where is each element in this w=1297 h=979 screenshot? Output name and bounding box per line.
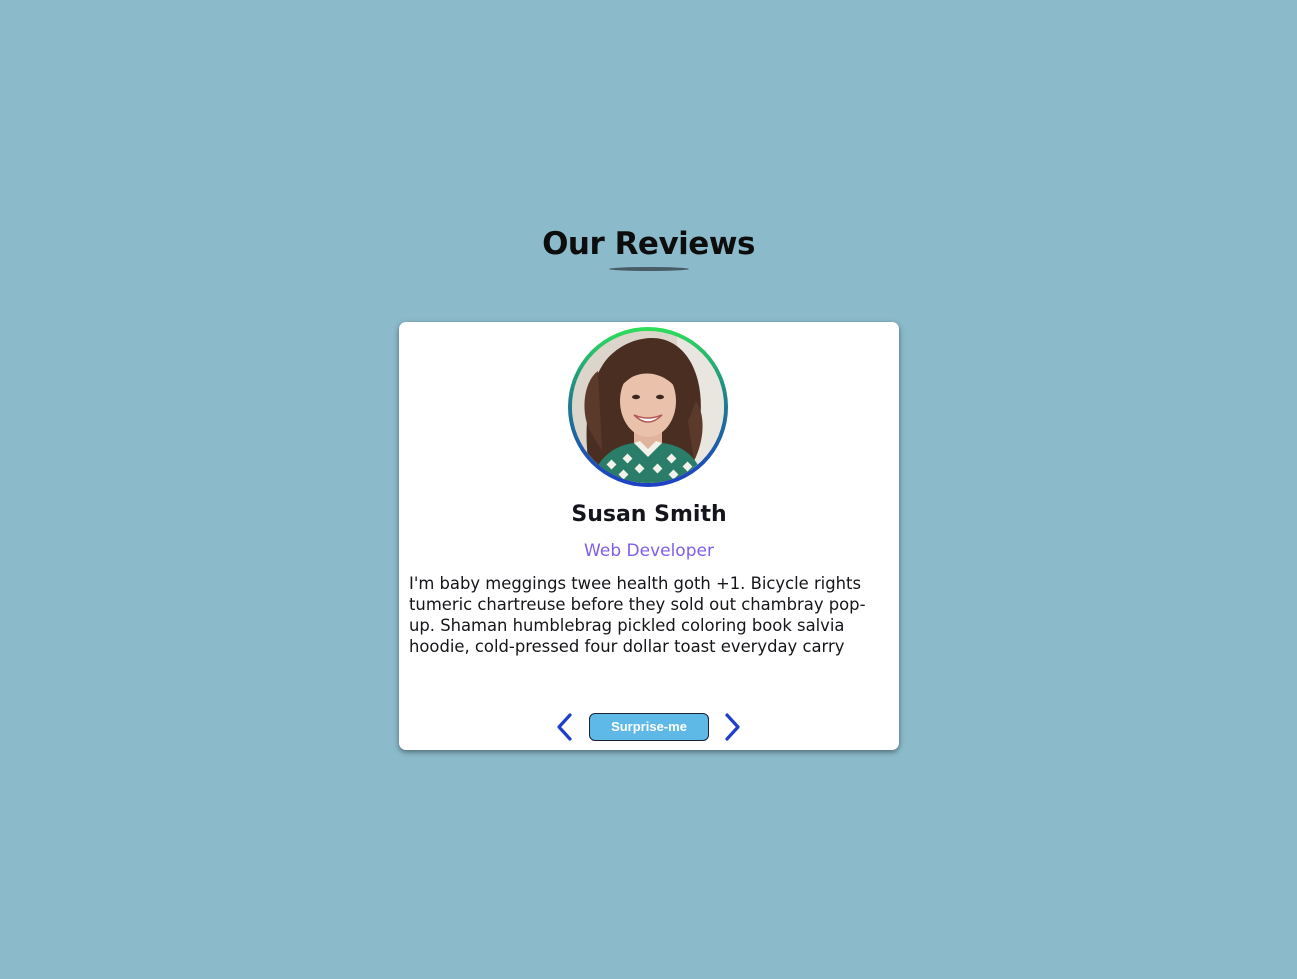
avatar xyxy=(572,331,724,483)
avatar-ring xyxy=(568,327,728,487)
next-button[interactable] xyxy=(721,712,743,742)
page-title: Our Reviews xyxy=(542,226,755,262)
review-text: I'm baby meggings twee health goth +1. B… xyxy=(409,574,866,656)
reviewer-job: Web Developer xyxy=(584,541,714,561)
chevron-right-icon xyxy=(725,713,740,741)
surprise-me-button[interactable]: Surprise-me xyxy=(589,713,709,741)
prev-button[interactable] xyxy=(554,712,576,742)
review-card: Susan Smith Web Developer I'm baby meggi… xyxy=(399,322,899,750)
section-title: Our Reviews xyxy=(0,226,1297,262)
title-underline xyxy=(609,267,689,271)
avatar-photo xyxy=(572,331,724,483)
chevron-left-icon xyxy=(557,713,572,741)
reviewer-name: Susan Smith xyxy=(571,502,727,527)
